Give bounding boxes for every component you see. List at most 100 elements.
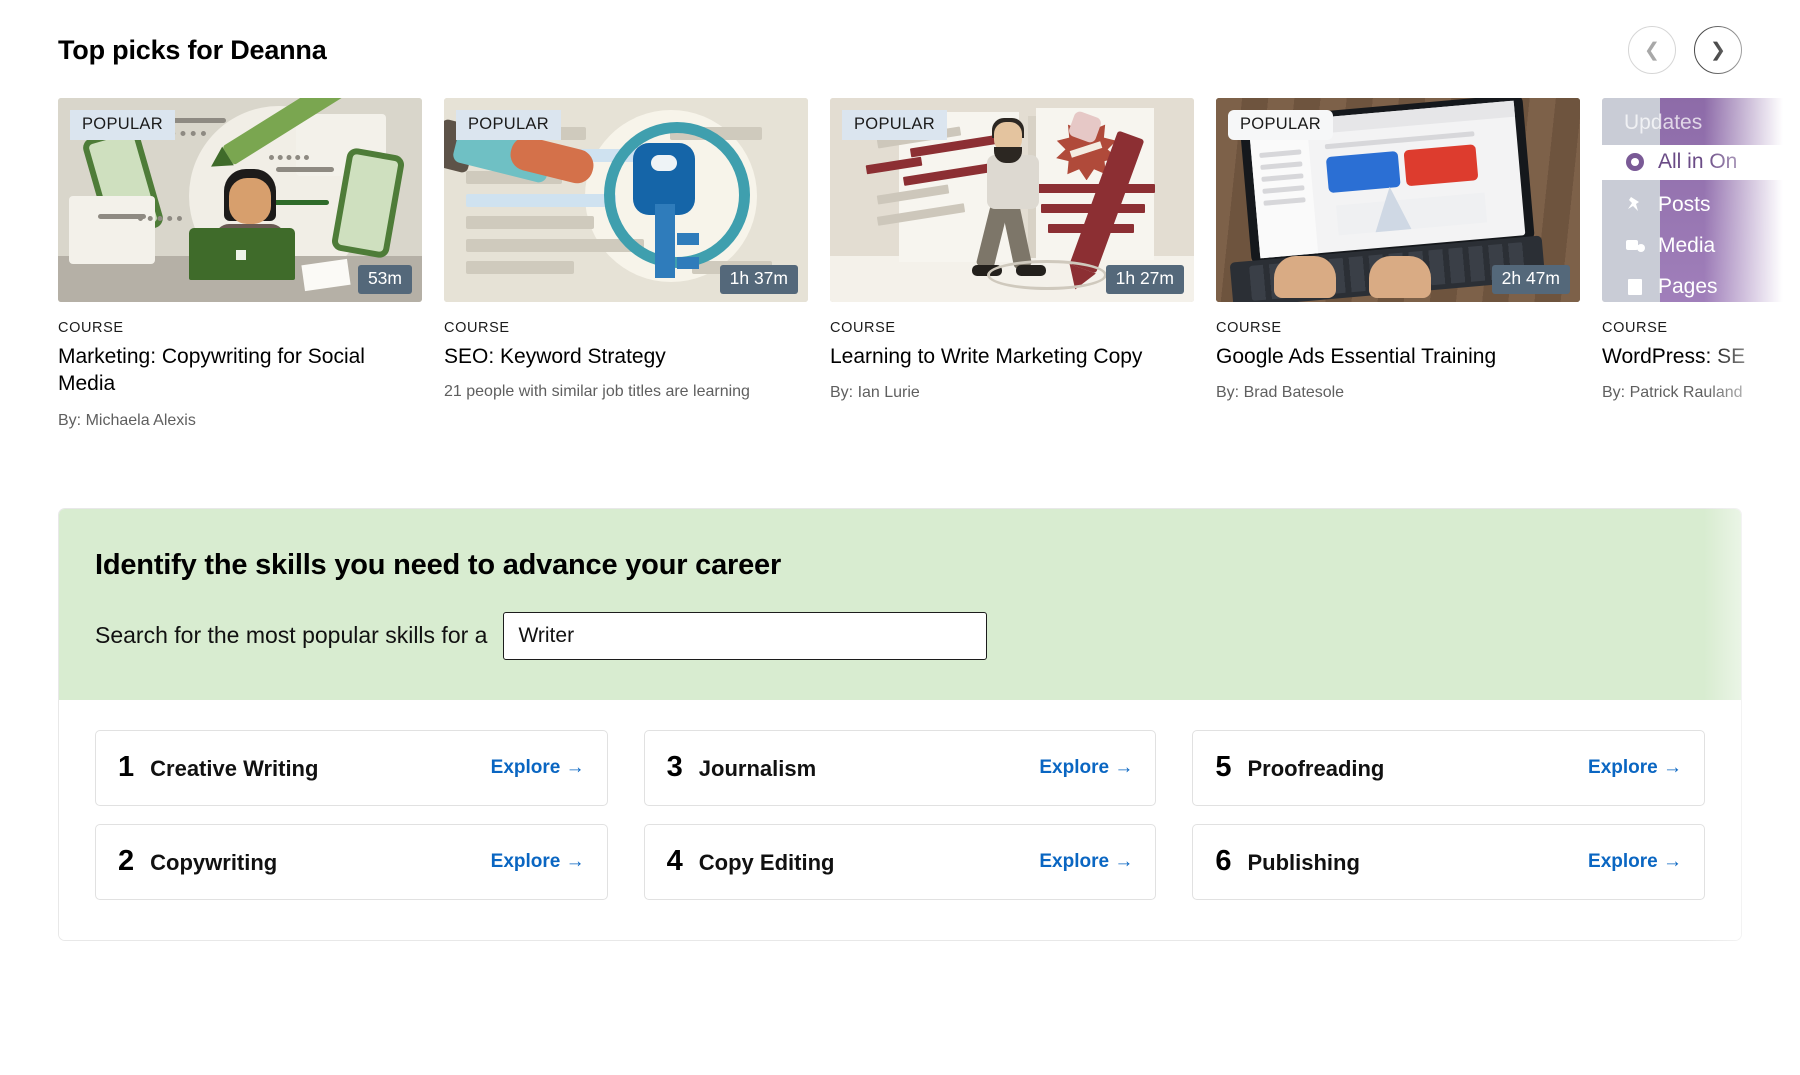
skill-name: Copywriting — [150, 850, 278, 876]
carousel-next-button[interactable]: ❯ — [1694, 26, 1742, 74]
course-thumbnail: POPULAR 1h 37m — [444, 98, 808, 302]
arrow-right-icon: → — [1663, 756, 1682, 778]
duration-badge: 1h 37m — [719, 265, 798, 294]
course-meta: COURSE Google Ads Essential Training By:… — [1216, 302, 1580, 402]
explore-link[interactable]: Explore → — [1039, 851, 1133, 873]
explore-label: Explore — [1588, 850, 1658, 872]
duration-badge: 1h 27m — [1105, 265, 1184, 294]
explore-link[interactable]: Explore → — [1588, 757, 1682, 779]
wp-menu-posts: Posts — [1602, 188, 1800, 223]
job-title-input[interactable] — [503, 611, 988, 660]
course-title[interactable]: WordPress: SE — [1602, 343, 1800, 370]
duration-badge: 2h 47m — [1491, 265, 1570, 294]
course-meta: COURSE Marketing: Copywriting for Social… — [58, 302, 422, 430]
course-card[interactable]: POPULAR 2h 47m COURSE Google Ads Essenti… — [1216, 98, 1580, 430]
explore-label: Explore — [1588, 756, 1658, 778]
skill-name: Creative Writing — [150, 756, 319, 782]
course-kicker: COURSE — [1216, 320, 1282, 336]
chevron-left-icon: ❮ — [1644, 39, 1660, 61]
course-title[interactable]: Google Ads Essential Training — [1216, 343, 1546, 370]
explore-link[interactable]: Explore → — [1039, 757, 1133, 779]
course-author: By: Michaela Alexis — [58, 411, 196, 429]
course-card[interactable]: POPULAR 53m COURSE Marketing: Copywritin… — [58, 98, 422, 430]
course-title[interactable]: Marketing: Copywriting for Social Media — [58, 343, 388, 398]
course-meta: COURSE WordPress: SE By: Patrick Rauland — [1602, 302, 1800, 402]
course-kicker: COURSE — [1602, 320, 1668, 336]
section-header: Top picks for Deanna ❮ ❯ — [0, 0, 1800, 74]
chevron-right-icon: ❯ — [1710, 39, 1726, 61]
wp-menu-pages: Pages — [1602, 269, 1800, 302]
course-card-partial[interactable]: Updates All in On Posts Media Pages COUR… — [1602, 98, 1800, 430]
course-carousel[interactable]: POPULAR 53m COURSE Marketing: Copywritin… — [0, 0, 1800, 1075]
skills-grid: 1 Creative Writing Explore → 3 Journalis… — [95, 729, 1705, 900]
photo-wordpress-dashboard: Updates All in On Posts Media Pages — [1602, 98, 1800, 302]
wp-pages-label: Pages — [1658, 274, 1718, 298]
explore-label: Explore — [490, 850, 561, 872]
wp-updates-label: Updates — [1624, 111, 1703, 135]
skills-search-row: Search for the most popular skills for a — [95, 611, 1705, 660]
arrow-right-icon: → — [565, 850, 585, 872]
arrow-right-icon: → — [1663, 850, 1682, 872]
arrow-right-icon: → — [565, 756, 585, 778]
skill-name: Publishing — [1247, 850, 1360, 876]
explore-link[interactable]: Explore → — [491, 851, 585, 873]
explore-link[interactable]: Explore → — [491, 757, 585, 779]
skill-name: Proofreading — [1247, 756, 1385, 782]
skills-heading: Identify the skills you need to advance … — [95, 548, 782, 581]
course-kicker: COURSE — [58, 320, 124, 336]
skills-search-label: Search for the most popular skills for a — [95, 622, 488, 649]
course-title[interactable]: SEO: Keyword Strategy — [444, 343, 774, 370]
skill-rank: 3 — [666, 751, 683, 784]
skill-tile[interactable]: 2 Copywriting Explore → — [95, 823, 608, 900]
popular-badge: POPULAR — [70, 110, 175, 140]
globe-gear-icon — [1624, 151, 1646, 173]
course-thumbnail: POPULAR 53m — [58, 98, 422, 302]
arrow-right-icon: → — [1114, 850, 1134, 872]
course-card[interactable]: POPULAR 1h 27m COURSE Learning to Write … — [830, 98, 1194, 430]
skills-list: 1 Creative Writing Explore → 3 Journalis… — [59, 699, 1741, 940]
skill-name: Journalism — [698, 756, 817, 782]
wp-menu-media: Media — [1602, 229, 1800, 264]
skill-tile[interactable]: 1 Creative Writing Explore → — [95, 729, 608, 806]
course-author: By: Patrick Rauland — [1602, 384, 1743, 402]
course-author: By: Ian Lurie — [830, 384, 920, 402]
carousel-nav: ❮ ❯ — [1628, 26, 1742, 74]
skill-tile[interactable]: 6 Publishing Explore → — [1192, 823, 1705, 900]
skill-name: Copy Editing — [698, 850, 835, 876]
course-kicker: COURSE — [830, 320, 896, 336]
explore-label: Explore — [490, 756, 561, 778]
explore-link[interactable]: Explore → — [1588, 851, 1682, 873]
wp-posts-label: Posts — [1658, 193, 1711, 217]
course-kicker: COURSE — [444, 320, 510, 336]
skill-rank: 2 — [118, 845, 135, 878]
explore-label: Explore — [1039, 850, 1110, 872]
course-thumbnail: Updates All in On Posts Media Pages — [1602, 98, 1800, 302]
page-title: Top picks for Deanna — [58, 34, 327, 65]
skill-tile[interactable]: 4 Copy Editing Explore → — [643, 823, 1157, 900]
skill-rank: 1 — [118, 751, 135, 784]
pages-icon — [1624, 276, 1646, 298]
skill-rank: 6 — [1215, 845, 1232, 878]
skill-tile[interactable]: 5 Proofreading Explore → — [1192, 729, 1705, 806]
wp-media-label: Media — [1658, 233, 1716, 257]
popular-badge: POPULAR — [842, 110, 947, 140]
carousel-prev-button[interactable]: ❮ — [1628, 26, 1676, 74]
pin-icon — [1624, 194, 1646, 216]
course-title[interactable]: Learning to Write Marketing Copy — [830, 343, 1160, 370]
popular-badge: POPULAR — [1228, 110, 1333, 140]
course-meta: COURSE SEO: Keyword Strategy 21 people w… — [444, 302, 808, 403]
skills-panel: Identify the skills you need to advance … — [58, 507, 1742, 941]
arrow-right-icon: → — [1114, 756, 1134, 778]
wp-menu-allinone: All in On — [1602, 144, 1800, 180]
skill-rank: 5 — [1215, 751, 1232, 784]
course-thumbnail: POPULAR 2h 47m — [1216, 98, 1580, 302]
wp-menu-updates: Updates — [1602, 106, 1800, 141]
skills-panel-header: Identify the skills you need to advance … — [59, 508, 1741, 700]
duration-badge: 53m — [357, 265, 412, 294]
skill-tile[interactable]: 3 Journalism Explore → — [643, 729, 1157, 806]
explore-label: Explore — [1039, 756, 1110, 778]
skill-rank: 4 — [666, 845, 683, 878]
course-author: By: Brad Batesole — [1216, 384, 1345, 402]
course-card[interactable]: POPULAR 1h 37m COURSE SEO: Keyword Strat… — [444, 98, 808, 430]
course-meta: COURSE Learning to Write Marketing Copy … — [830, 302, 1194, 402]
